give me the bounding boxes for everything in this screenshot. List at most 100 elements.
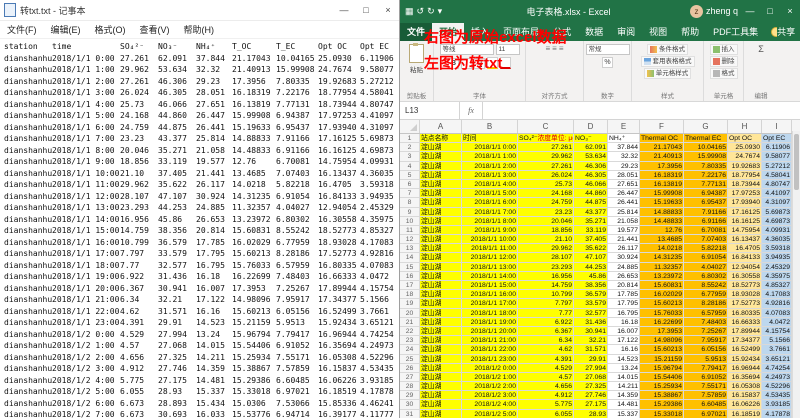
excel-cell[interactable]: 62.091: [574, 143, 608, 152]
excel-cell[interactable]: 时间: [462, 134, 518, 143]
row-number[interactable]: 13: [400, 244, 420, 253]
excel-cell[interactable]: 47.107: [574, 253, 608, 262]
excel-cell[interactable]: 7.797: [518, 299, 574, 308]
excel-cell[interactable]: 7.95917: [684, 336, 728, 345]
excel-cell[interactable]: 2018/1/1 11:00: [462, 244, 518, 253]
row-number[interactable]: 1: [400, 134, 420, 143]
row-number[interactable]: 15: [400, 263, 420, 272]
excel-cell[interactable]: 4.62: [518, 345, 574, 354]
excel-cell[interactable]: 5.9513: [684, 355, 728, 364]
excel-cell[interactable]: 淀山湖: [420, 281, 462, 290]
excel-cell[interactable]: 2018/1/1 15:00: [462, 281, 518, 290]
excel-cell[interactable]: 15.19633: [640, 198, 684, 207]
excel-cell[interactable]: 3.94935: [762, 253, 792, 262]
excel-cell[interactable]: 淀山湖: [420, 345, 462, 354]
excel-cell[interactable]: 46.305: [574, 171, 608, 180]
excel-cell[interactable]: 淀山湖: [420, 198, 462, 207]
excel-cell[interactable]: 17.89944: [728, 327, 762, 336]
excel-cell[interactable]: 9.58077: [762, 152, 792, 161]
excel-cell[interactable]: 16.16125: [728, 217, 762, 226]
excel-cell[interactable]: 16.956: [518, 272, 574, 281]
excel-cell[interactable]: 33.579: [574, 299, 608, 308]
row-number[interactable]: 19: [400, 299, 420, 308]
excel-cell[interactable]: 淀山湖: [420, 355, 462, 364]
notepad-menu-item-4[interactable]: 帮助(H): [177, 23, 222, 36]
excel-cell[interactable]: 27.068: [574, 373, 608, 382]
excel-cell[interactable]: 16.18319: [640, 171, 684, 180]
excel-cell[interactable]: 4.17878: [762, 410, 792, 418]
excel-cell[interactable]: 25.814: [608, 208, 640, 217]
excel-cell[interactable]: 6.91166: [684, 217, 728, 226]
excel-cell[interactable]: 11.32357: [640, 263, 684, 272]
excel-cell[interactable]: 16.16: [608, 345, 640, 354]
excel-cell[interactable]: 36.579: [574, 290, 608, 299]
excel-cell[interactable]: 淀山湖: [420, 180, 462, 189]
row-number[interactable]: 30: [400, 400, 420, 409]
excel-cell[interactable]: 2018/1/1 14:00: [462, 272, 518, 281]
excel-cell[interactable]: 37.405: [574, 235, 608, 244]
column-header-D[interactable]: D: [574, 120, 608, 133]
excel-cell[interactable]: 14.759: [518, 281, 574, 290]
row-number[interactable]: 6: [400, 180, 420, 189]
excel-cell[interactable]: 7.57859: [684, 391, 728, 400]
excel-cell[interactable]: 27.325: [574, 382, 608, 391]
excel-cell[interactable]: 5.82218: [684, 244, 728, 253]
excel-cell[interactable]: 17.3953: [640, 327, 684, 336]
excel-cell[interactable]: 29.962: [518, 152, 574, 161]
excel-cell[interactable]: 14.88833: [640, 208, 684, 217]
maximize-icon[interactable]: □: [355, 1, 377, 19]
excel-cell[interactable]: 3.59318: [762, 244, 792, 253]
excel-cell[interactable]: 2018/1/1 23:00: [462, 355, 518, 364]
excel-cell[interactable]: 15.21159: [640, 355, 684, 364]
formula-input[interactable]: [483, 102, 800, 119]
excel-cell[interactable]: 14.0218: [640, 244, 684, 253]
excel-cell[interactable]: 17.97253: [728, 189, 762, 198]
excel-cell[interactable]: 10.799: [518, 290, 574, 299]
excel-cell[interactable]: 6.70081: [684, 226, 728, 235]
excel-cell[interactable]: 16.06226: [728, 400, 762, 409]
row-number[interactable]: 17: [400, 281, 420, 290]
excel-cell[interactable]: 15.60213: [640, 299, 684, 308]
excel-cell[interactable]: 6.34: [518, 336, 574, 345]
row-number[interactable]: 27: [400, 373, 420, 382]
excel-cell[interactable]: 7.48403: [684, 318, 728, 327]
excel-titlebar[interactable]: ▦ ↺ ↻ ▾ 电子表格.xlsx - Excel z zheng q — □ …: [400, 0, 800, 22]
excel-cell[interactable]: 15.60831: [640, 281, 684, 290]
excel-cell[interactable]: 12.94054: [728, 263, 762, 272]
excel-cell[interactable]: 8.28186: [684, 299, 728, 308]
excel-cell[interactable]: 4.17083: [762, 290, 792, 299]
excel-minimize-icon[interactable]: —: [740, 0, 760, 22]
excel-cell[interactable]: 6.94387: [684, 189, 728, 198]
excel-cell[interactable]: 17.785: [608, 290, 640, 299]
excel-cell[interactable]: 4.69873: [762, 217, 792, 226]
excel-cell[interactable]: 46.306: [574, 162, 608, 171]
excel-cell[interactable]: 6.80302: [684, 272, 728, 281]
share-button[interactable]: 共享: [777, 25, 800, 41]
excel-cell[interactable]: 53.634: [574, 152, 608, 161]
excel-cell[interactable]: 13.23972: [640, 272, 684, 281]
excel-cell[interactable]: 28.051: [608, 171, 640, 180]
excel-cell[interactable]: 27.651: [608, 180, 640, 189]
excel-cell[interactable]: 6.77959: [684, 290, 728, 299]
excel-cell[interactable]: 6.055: [518, 410, 574, 418]
excel-cell[interactable]: 7.79417: [684, 364, 728, 373]
excel-cell[interactable]: 淀山湖: [420, 235, 462, 244]
excel-cell[interactable]: 17.3956: [640, 162, 684, 171]
excel-cell[interactable]: 5.69873: [762, 208, 792, 217]
excel-cell[interactable]: 15.99908: [640, 189, 684, 198]
excel-cell[interactable]: 13.4685: [640, 235, 684, 244]
excel-cell[interactable]: 6.05156: [684, 345, 728, 354]
excel-cell[interactable]: 淀山湖: [420, 162, 462, 171]
excel-cell[interactable]: 7.80335: [684, 162, 728, 171]
row-number[interactable]: 8: [400, 198, 420, 207]
excel-cell[interactable]: 15.33018: [640, 410, 684, 418]
excel-cell[interactable]: 44.875: [574, 198, 608, 207]
excel-cell[interactable]: 12.76: [640, 226, 684, 235]
excel-cell[interactable]: 33.119: [574, 226, 608, 235]
excel-cell[interactable]: 15.38867: [640, 391, 684, 400]
row-number[interactable]: 25: [400, 355, 420, 364]
excel-cell[interactable]: 4.912: [518, 391, 574, 400]
excel-cell[interactable]: 2018/1/1 17:00: [462, 299, 518, 308]
excel-cell[interactable]: 16.35694: [728, 373, 762, 382]
excel-cell[interactable]: 25.0930: [728, 143, 762, 152]
